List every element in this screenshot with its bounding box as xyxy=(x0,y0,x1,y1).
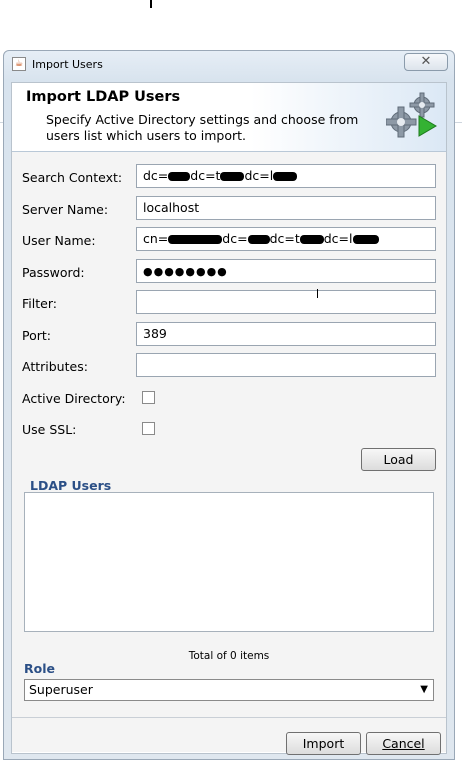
redacted-mark xyxy=(273,172,298,181)
search-context-text: dc= xyxy=(143,168,169,183)
user-name-text: dc= xyxy=(222,231,248,246)
mouse-cursor xyxy=(317,289,318,298)
text-cursor xyxy=(150,0,152,8)
redacted-mark xyxy=(168,172,191,181)
ldap-users-title: LDAP Users xyxy=(30,478,112,493)
load-button[interactable]: Load xyxy=(361,448,436,471)
gears-icon xyxy=(386,92,437,138)
java-icon: ☕ xyxy=(12,57,26,71)
active-directory-checkbox[interactable] xyxy=(142,391,155,404)
attributes-label: Attributes: xyxy=(22,359,88,374)
server-name-input[interactable]: localhost xyxy=(136,196,436,220)
close-button[interactable]: ✕ xyxy=(404,53,448,71)
active-directory-label: Active Directory: xyxy=(22,391,126,406)
search-context-text: dc=l xyxy=(244,168,274,183)
close-icon: ✕ xyxy=(420,54,432,69)
background-line xyxy=(455,122,462,123)
search-context-input[interactable]: dc= dc=t dc=l xyxy=(136,164,436,188)
import-users-dialog: ☕ Import Users ✕ Import LDAP Users Speci… xyxy=(3,50,455,760)
filter-input[interactable] xyxy=(136,290,436,314)
user-name-text: dc=l xyxy=(323,231,353,246)
title-bar[interactable]: ☕ Import Users ✕ xyxy=(4,51,454,77)
chevron-down-icon: ▼ xyxy=(420,684,428,695)
attributes-input[interactable] xyxy=(136,353,436,377)
ldap-users-list[interactable] xyxy=(24,492,434,632)
redacted-mark xyxy=(247,235,270,244)
use-ssl-label: Use SSL: xyxy=(22,422,77,437)
ldap-settings-form: Search Context: dc= dc=t dc=l Server Name:… xyxy=(12,152,446,755)
role-select[interactable]: Superuser ▼ xyxy=(24,679,434,701)
dialog-content: Import LDAP Users Specify Active Directo… xyxy=(11,82,447,755)
user-name-text: dc=t xyxy=(269,231,300,246)
redacted-mark xyxy=(352,235,379,244)
filter-label: Filter: xyxy=(22,296,57,311)
import-button[interactable]: Import xyxy=(286,732,361,755)
password-input[interactable]: ●●●●●●●● xyxy=(136,259,436,283)
cancel-label: Cancel xyxy=(382,736,425,751)
redacted-mark xyxy=(299,235,324,244)
header-description: Specify Active Directory settings and ch… xyxy=(46,112,359,143)
user-name-input[interactable]: cn= dc= dc=t dc=l xyxy=(136,227,436,251)
header-title: Import LDAP Users xyxy=(26,89,181,105)
role-selected-value: Superuser xyxy=(29,682,93,697)
window-title: Import Users xyxy=(32,58,103,71)
user-name-label: User Name: xyxy=(22,233,96,248)
cancel-button[interactable]: Cancel xyxy=(366,732,441,755)
search-context-label: Search Context: xyxy=(22,170,123,185)
server-name-label: Server Name: xyxy=(22,202,109,217)
use-ssl-checkbox[interactable] xyxy=(142,422,155,435)
redacted-mark xyxy=(220,172,245,181)
port-label: Port: xyxy=(22,328,51,343)
password-label: Password: xyxy=(22,265,85,280)
redacted-mark xyxy=(168,235,223,244)
user-name-text: cn= xyxy=(143,231,169,246)
search-context-text: dc=t xyxy=(190,168,221,183)
footer-divider xyxy=(12,717,446,718)
dialog-header: Import LDAP Users Specify Active Directo… xyxy=(12,83,446,152)
port-input[interactable]: 389 xyxy=(136,322,436,346)
role-label: Role xyxy=(24,661,55,676)
ldap-users-total: Total of 0 items xyxy=(188,650,270,662)
